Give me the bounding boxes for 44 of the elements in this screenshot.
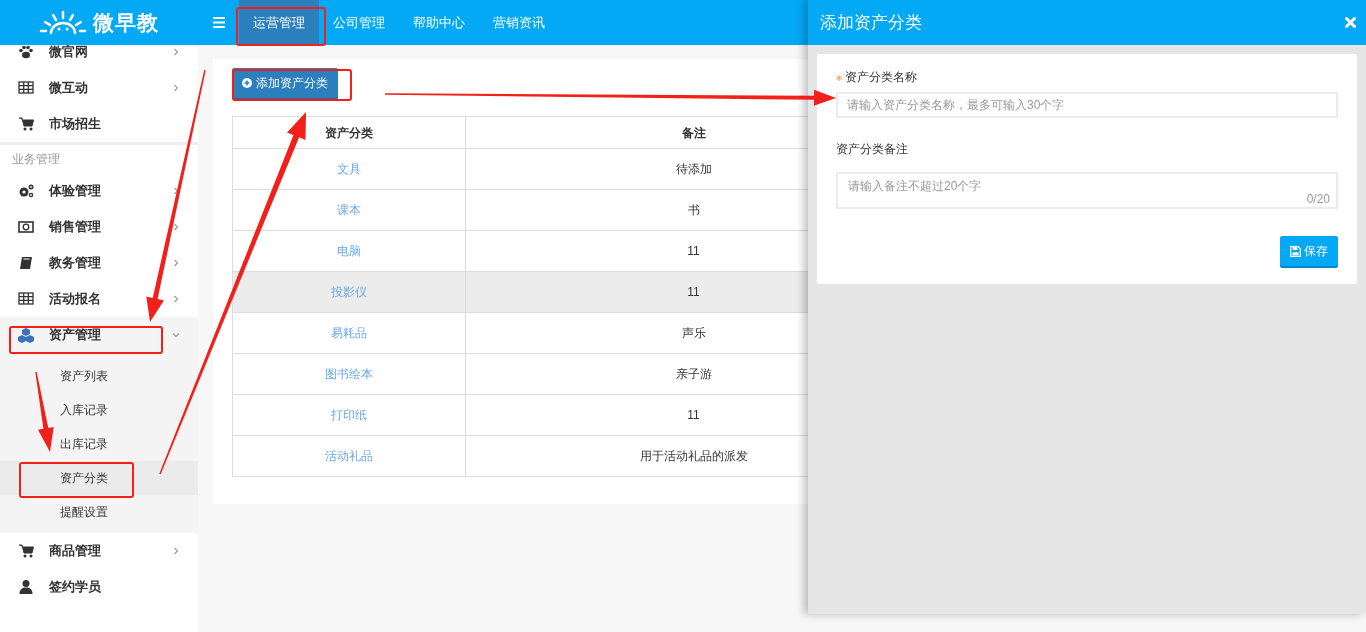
cubes-icon <box>18 327 34 343</box>
close-icon[interactable] <box>1345 17 1356 28</box>
name-input-field[interactable]: 请输入资产分类名称，最多可输入30个字 <box>836 92 1338 118</box>
plus-circle-icon <box>242 78 252 88</box>
chevron-icon <box>172 547 180 555</box>
chevron-icon <box>172 84 180 92</box>
character-counter: 0/20 <box>1306 191 1330 208</box>
submenu-item[interactable]: 提醒设置 <box>0 495 198 529</box>
paw-icon <box>18 45 34 60</box>
sidebar-item[interactable]: 签约学员 <box>0 569 198 605</box>
cart-icon <box>18 116 34 132</box>
chevron-icon <box>172 295 180 303</box>
sidebar-item[interactable]: 市场招生 <box>0 106 198 142</box>
sun-logo-icon <box>39 8 87 37</box>
user-icon <box>18 579 34 595</box>
chevron-icon <box>172 223 180 231</box>
field-label: 资产分类名称 <box>845 70 917 84</box>
chevron-icon <box>172 48 180 56</box>
table-icon <box>18 291 34 307</box>
chevron-icon <box>172 259 180 267</box>
sidebar-item[interactable]: 资产管理 <box>0 317 198 353</box>
add-category-button[interactable]: 添加资产分类 <box>232 68 338 98</box>
chevron-icon <box>172 331 180 339</box>
sidebar-item[interactable]: 销售管理 <box>0 209 198 245</box>
gears-icon <box>18 183 34 199</box>
book-icon <box>18 255 34 271</box>
submenu-item[interactable]: 入库记录 <box>0 393 198 427</box>
table-icon <box>18 80 34 96</box>
banknote-icon <box>18 219 34 235</box>
drawer-title: 添加资产分类 <box>820 11 922 34</box>
menu-icon[interactable] <box>213 17 225 28</box>
column-header: 资产分类 <box>232 116 466 149</box>
sidebar-item[interactable]: 活动报名 <box>0 281 198 317</box>
sidebar-item[interactable]: 商品管理 <box>0 533 198 569</box>
submenu-item[interactable]: 资产列表 <box>0 359 198 393</box>
chevron-icon <box>172 187 180 195</box>
logo-text: 微早教 <box>93 9 159 36</box>
sidebar-item[interactable]: 微官网 <box>0 45 198 70</box>
sidebar-item[interactable]: 微互动 <box>0 70 198 106</box>
submenu-item[interactable]: 资产分类 <box>0 461 198 495</box>
submenu-item[interactable]: 出库记录 <box>0 427 198 461</box>
cart-icon <box>18 543 34 559</box>
sidebar-item[interactable]: 教务管理 <box>0 245 198 281</box>
nav-tab[interactable]: 运营管理 <box>239 0 319 45</box>
